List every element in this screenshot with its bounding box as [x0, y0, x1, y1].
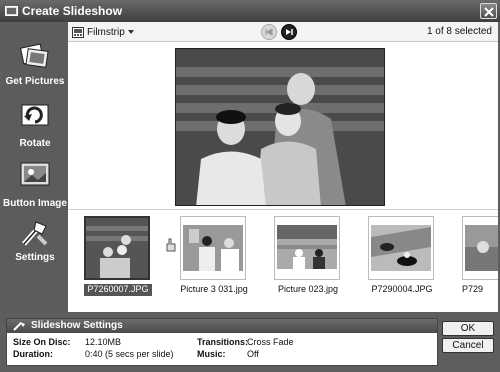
thumbnail [84, 216, 150, 280]
settings-header[interactable]: Slideshow Settings [7, 319, 437, 333]
next-icon [286, 29, 293, 35]
duration: Duration: [13, 349, 53, 359]
sidebar-item-label: Get Pictures [5, 76, 65, 87]
duration-label: Duration: [13, 349, 53, 359]
filmstrip-item[interactable]: P729 [462, 216, 498, 296]
settings-heading: Slideshow Settings [31, 320, 123, 331]
window-title: Create Slideshow [22, 4, 123, 18]
music: Music: [197, 349, 226, 359]
view-mode-label: Filmstrip [87, 26, 125, 38]
preview-image [175, 48, 385, 206]
slideshow-settings-panel: Slideshow Settings Size On Disc: 12.10MB… [6, 318, 438, 366]
settings-icon [13, 322, 25, 331]
tools-sidebar: Get Pictures Rotate Button Image Setting… [2, 24, 68, 314]
filmstrip-view-icon [72, 26, 84, 38]
thumbnail [462, 216, 498, 280]
sidebar-item-settings[interactable]: Settings [2, 216, 68, 276]
selection-status: 1 of 8 selected [426, 26, 492, 37]
size-value: 12.10MB [85, 337, 122, 347]
filmstrip-item[interactable]: Picture 023.jpg [274, 216, 342, 296]
transitions-label: Transitions: [197, 337, 249, 347]
thumbnail [368, 216, 434, 280]
view-mode-dropdown[interactable]: Filmstrip [72, 25, 134, 39]
thumbnail-caption: P7260007.JPG [84, 284, 152, 296]
chevron-down-icon [127, 30, 134, 34]
next-button[interactable] [281, 24, 297, 40]
title-bar: Create Slideshow [0, 0, 500, 22]
size-on-disc: Size On Disc: [13, 337, 71, 347]
hand-cursor-icon [166, 238, 176, 252]
get-pictures-icon [19, 43, 49, 68]
navigation-controls [261, 24, 299, 40]
sidebar-item-get-pictures[interactable]: Get Pictures [2, 40, 68, 100]
sidebar-item-button-image[interactable]: Button Image [2, 158, 68, 218]
filmstrip: P7260007.JPG Picture 3 031.jpg Picture 0… [68, 209, 498, 312]
music-value: Off [247, 349, 259, 359]
thumbnail-caption: P7290004.JPG [371, 284, 433, 294]
ok-button[interactable]: OK [442, 321, 494, 336]
thumbnail [274, 216, 340, 280]
transitions: Transitions: [197, 337, 248, 347]
close-button[interactable] [480, 3, 497, 19]
preview-photo [176, 49, 384, 205]
previous-icon [265, 28, 273, 36]
sidebar-item-label: Rotate [19, 138, 51, 149]
settings-icon [22, 221, 48, 246]
size-label: Size On Disc: [13, 337, 71, 347]
thumbnail-caption: P729 [462, 284, 484, 294]
filmstrip-item[interactable]: P7260007.JPG [84, 216, 152, 296]
rotate-icon [21, 104, 49, 126]
transitions-value: Cross Fade [247, 337, 294, 347]
duration-value: 0:40 (5 secs per slide) [85, 349, 174, 359]
toolbar: Filmstrip 1 of 8 selected [68, 22, 498, 42]
filmstrip-item[interactable]: P7290004.JPG [368, 216, 436, 296]
thumbnail-caption: Picture 023.jpg [277, 284, 339, 294]
close-icon [484, 7, 494, 17]
sidebar-item-label: Button Image [3, 198, 67, 209]
sidebar-item-label: Settings [15, 252, 55, 263]
filmstrip-item[interactable]: Picture 3 031.jpg [180, 216, 248, 296]
cancel-button[interactable]: Cancel [442, 338, 494, 353]
thumbnail-caption: Picture 3 031.jpg [180, 284, 248, 294]
music-label: Music: [197, 349, 226, 359]
thumbnail [180, 216, 246, 280]
main-panel: Filmstrip 1 of 8 selected P7260007.JPG P… [68, 22, 498, 312]
sidebar-item-rotate[interactable]: Rotate [2, 98, 68, 158]
previous-button[interactable] [261, 24, 277, 40]
slideshow-app-icon [5, 6, 18, 16]
button-image-icon [20, 162, 50, 186]
